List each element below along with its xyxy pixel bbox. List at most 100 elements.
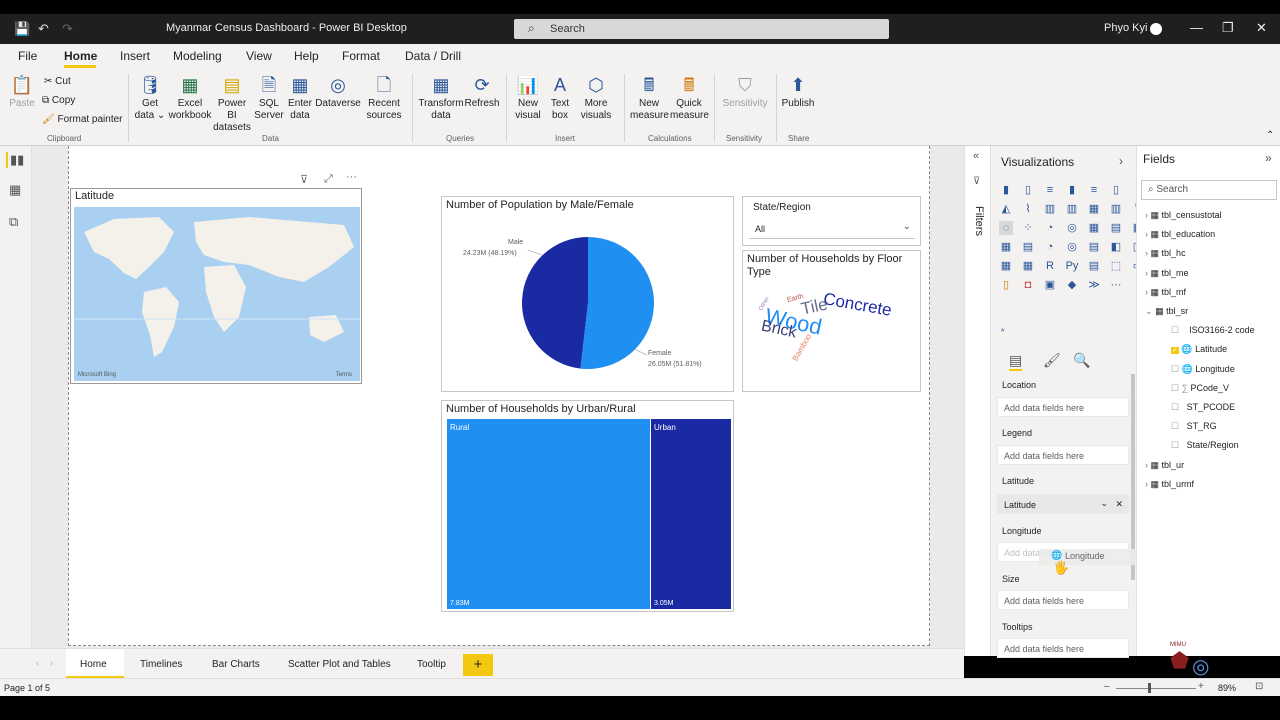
visual-type-icon[interactable]: ◧ — [1109, 240, 1123, 254]
pbi-datasets-button[interactable]: ▤ Power BI datasets — [212, 74, 252, 134]
visual-type-icon[interactable]: ▮ — [1065, 183, 1079, 197]
well-legend-drop[interactable]: Add data fields here — [997, 445, 1129, 465]
visual-type-icon[interactable]: ▣ — [1043, 278, 1057, 292]
visual-type-icon[interactable]: ◆ — [1065, 278, 1079, 292]
visual-type-icon[interactable]: ≡ — [1087, 183, 1101, 197]
tab-data-drill[interactable]: Data / Drill — [405, 49, 461, 63]
add-page-button[interactable]: + — [463, 654, 493, 676]
tab-view[interactable]: View — [246, 49, 272, 63]
field-table[interactable]: › ▦ tbl_censustotal — [1145, 210, 1222, 221]
field-item[interactable]: ☐ ISO3166-2 code — [1171, 325, 1255, 336]
field-item[interactable]: ☐ State/Region — [1171, 440, 1239, 451]
new-measure-button[interactable]: 🖩 New measure — [630, 74, 669, 122]
zoom-slider[interactable] — [1116, 688, 1196, 689]
visual-type-icon[interactable]: ▥ — [1065, 202, 1079, 216]
field-item[interactable]: ☐ ST_RG — [1171, 421, 1217, 432]
visual-type-icon[interactable]: ◔ — [1043, 221, 1057, 235]
undo-icon[interactable]: ↶ — [38, 21, 49, 37]
field-item[interactable]: ☐ ST_PCODE — [1171, 402, 1235, 413]
visual-type-icon[interactable]: ··· — [1109, 278, 1123, 292]
report-view-icon[interactable]: ▮▮ — [6, 152, 24, 168]
focus-mode-icon[interactable]: ⤢ — [324, 173, 333, 186]
page-tab-timelines[interactable]: Timelines — [140, 659, 182, 670]
visual-type-icon[interactable]: ◭ — [999, 202, 1013, 216]
visual-type-icon[interactable]: ⌇ — [1021, 202, 1035, 216]
visual-type-icon[interactable]: ▯ — [999, 278, 1013, 292]
sql-server-button[interactable]: 🗎 SQL Server — [254, 74, 284, 122]
page-tab-home[interactable]: Home — [66, 649, 124, 679]
well-latitude-field[interactable]: Latitude ⌄ ✕ — [997, 494, 1129, 514]
tab-format[interactable]: Format — [342, 49, 380, 63]
tab-modeling[interactable]: Modeling — [173, 49, 222, 63]
visual-type-icon[interactable]: ◎ — [1065, 221, 1079, 235]
transform-data-button[interactable]: ▦ Transform data — [418, 74, 464, 122]
visual-type-icon[interactable]: ▦ — [1087, 221, 1101, 235]
map-canvas[interactable]: Microsoft Bing Terms — [74, 207, 360, 381]
visual-type-icon[interactable]: Py — [1065, 259, 1079, 273]
page-tab-scatter[interactable]: Scatter Plot and Tables — [288, 659, 391, 670]
filter-icon[interactable]: ⊽ — [300, 173, 308, 186]
visual-type-icon[interactable]: ⁘ — [1021, 221, 1035, 235]
zoom-slider-thumb[interactable] — [1148, 683, 1151, 693]
field-table[interactable]: › ▦ tbl_me — [1145, 268, 1189, 279]
zoom-out-button[interactable]: – — [1104, 681, 1110, 692]
model-view-icon[interactable]: ⧉ — [9, 214, 18, 230]
tab-help[interactable]: Help — [294, 49, 319, 63]
collapse-ribbon-icon[interactable]: ⌃ — [1266, 130, 1274, 141]
sensitivity-button[interactable]: ⛉ Sensitivity — [720, 74, 770, 110]
well-location-drop[interactable]: Add data fields here — [997, 397, 1129, 417]
visual-type-icon[interactable]: ⬚ — [1109, 259, 1123, 273]
visual-type-icon[interactable]: ▥ — [1043, 202, 1057, 216]
text-box-button[interactable]: A Text box — [546, 74, 574, 122]
save-icon[interactable]: 💾 — [14, 21, 30, 37]
next-page-icon[interactable]: › — [50, 658, 53, 668]
cut-button[interactable]: ✂ Cut — [44, 76, 71, 87]
well-tooltips-drop[interactable]: Add data fields here — [997, 638, 1129, 658]
visual-type-icon[interactable]: ▦ — [999, 240, 1013, 254]
visual-type-icon[interactable]: ▦ — [1021, 259, 1035, 273]
field-table[interactable]: › ▦ tbl_urmf — [1145, 479, 1194, 490]
visual-type-icon[interactable]: ◘ — [1021, 278, 1035, 292]
chevron-down-icon[interactable]: ⌄ — [1100, 498, 1108, 509]
visual-type-icon[interactable]: ▦ — [1087, 202, 1101, 216]
field-item[interactable]: ✓ 🌐 Latitude — [1171, 344, 1227, 355]
dataverse-button[interactable]: ◎ Dataverse — [315, 74, 361, 110]
page-tab-bar-charts[interactable]: Bar Charts — [212, 659, 260, 670]
visual-type-icon[interactable]: ▦ — [999, 259, 1013, 273]
slicer-dropdown[interactable]: All ⌄ — [749, 219, 915, 239]
visual-type-icon[interactable]: ▯ — [1109, 183, 1123, 197]
minimize-button[interactable]: — — [1190, 20, 1203, 35]
paste-button[interactable]: 📋 Paste — [8, 74, 36, 110]
expand-filters-icon[interactable]: « — [973, 150, 979, 162]
quick-measure-button[interactable]: 🖩 Quick measure — [670, 74, 709, 122]
visual-type-icon[interactable]: ▤ — [1109, 221, 1123, 235]
visual-type-icon[interactable]: ▤ — [1087, 259, 1101, 273]
treemap-visual[interactable]: Number of Households by Urban/Rural Rura… — [441, 400, 734, 612]
visual-type-icon[interactable]: ◌ — [999, 221, 1013, 235]
visual-type-icon[interactable]: ▤ — [1087, 240, 1101, 254]
fit-to-page-icon[interactable]: ⊡ — [1255, 681, 1263, 692]
visual-type-icon[interactable]: ◎ — [1065, 240, 1079, 254]
more-visuals-button[interactable]: ⬡ More visuals — [576, 74, 616, 122]
excel-workbook-button[interactable]: ▦ Excel workbook — [168, 74, 212, 122]
field-item[interactable]: ☐ 🌐 Longitude — [1171, 364, 1235, 375]
tab-file[interactable]: File — [18, 49, 37, 63]
visual-type-icon[interactable]: ▥ — [1109, 202, 1123, 216]
tab-home[interactable]: Home — [64, 49, 97, 63]
treemap-tile-rural[interactable]: Rural 7.83M — [447, 419, 650, 609]
filters-pane-collapsed[interactable]: « ⊽ Filters — [964, 146, 990, 656]
recent-sources-button[interactable]: 🗋 Recent sources — [362, 74, 406, 122]
map-visual[interactable]: Latitude Microsoft Bing Terms — [70, 188, 362, 384]
fields-search-input[interactable]: ⌕ Search — [1141, 180, 1277, 200]
field-table[interactable]: › ▦ tbl_education — [1145, 229, 1215, 240]
visual-type-icon[interactable]: ≡ — [1043, 183, 1057, 197]
pie-slice-female[interactable] — [580, 237, 654, 369]
field-item[interactable]: ☐ ∑ PCode_V — [1171, 383, 1229, 394]
visual-type-icon[interactable]: ▮ — [999, 183, 1013, 197]
word-cloud-visual[interactable]: Number of Households by Floor Type Concr… — [742, 250, 921, 392]
word-concrete[interactable]: Concrete — [822, 289, 893, 321]
pie-chart-visual[interactable]: Number of Population by Male/Female Male… — [441, 196, 734, 392]
data-view-icon[interactable]: ▦ — [9, 182, 21, 198]
pie-slice-male[interactable] — [522, 237, 588, 369]
visual-type-icon[interactable]: ▯ — [1021, 183, 1035, 197]
